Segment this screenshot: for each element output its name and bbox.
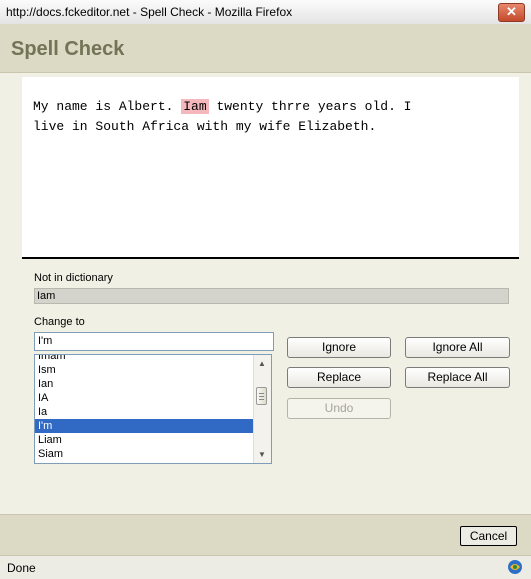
text-line2: live in South Africa with my wife Elizab…: [33, 119, 377, 134]
list-scrollbar[interactable]: ▲ ▼: [253, 355, 271, 463]
suggestions-list[interactable]: Imam Ism Ian IA Ia I'm Liam Siam ▲ ▼: [34, 354, 272, 464]
document-text-preview: My name is Albert. Iam twenty thrre year…: [22, 77, 519, 259]
dialog-footer: Cancel: [0, 514, 531, 555]
text-after: twenty thrre years old. I: [208, 99, 412, 114]
dialog-title: Spell Check: [11, 38, 125, 60]
ignore-button[interactable]: Ignore: [287, 337, 391, 358]
dialog-content: My name is Albert. Iam twenty thrre year…: [0, 73, 531, 514]
list-item[interactable]: Liam: [35, 433, 255, 447]
connection-status-icon: [508, 560, 522, 574]
list-item[interactable]: IA: [35, 391, 255, 405]
replace-button[interactable]: Replace: [287, 367, 391, 388]
replace-all-button[interactable]: Replace All: [405, 367, 510, 388]
dialog-header: Spell Check: [0, 24, 531, 73]
list-item[interactable]: Siam: [35, 447, 255, 461]
list-item-selected[interactable]: I'm: [35, 419, 255, 433]
scroll-down-arrow-icon[interactable]: ▼: [257, 450, 267, 459]
undo-button[interactable]: Undo: [287, 398, 391, 419]
not-in-dictionary-label: Not in dictionary: [34, 272, 113, 284]
scroll-thumb[interactable]: [256, 387, 267, 405]
list-item[interactable]: Ism: [35, 363, 255, 377]
scroll-up-arrow-icon[interactable]: ▲: [257, 359, 267, 368]
cancel-button[interactable]: Cancel: [460, 526, 517, 546]
change-to-label: Change to: [34, 316, 85, 328]
change-to-input[interactable]: I'm: [34, 332, 274, 351]
browser-status-bar: Done: [0, 555, 531, 579]
ignore-all-button[interactable]: Ignore All: [405, 337, 510, 358]
misspelled-word-highlight: Iam: [181, 99, 209, 114]
list-item[interactable]: Ian: [35, 377, 255, 391]
list-item[interactable]: Ia: [35, 405, 255, 419]
window-title: http://docs.fckeditor.net - Spell Check …: [6, 5, 293, 19]
list-item[interactable]: Imam: [35, 355, 255, 363]
not-in-dictionary-field: Iam: [34, 288, 509, 304]
text-before: My name is Albert.: [33, 99, 182, 114]
status-text: Done: [7, 561, 36, 575]
browser-title-bar: http://docs.fckeditor.net - Spell Check …: [0, 0, 531, 25]
close-window-button[interactable]: ✕: [498, 3, 525, 22]
